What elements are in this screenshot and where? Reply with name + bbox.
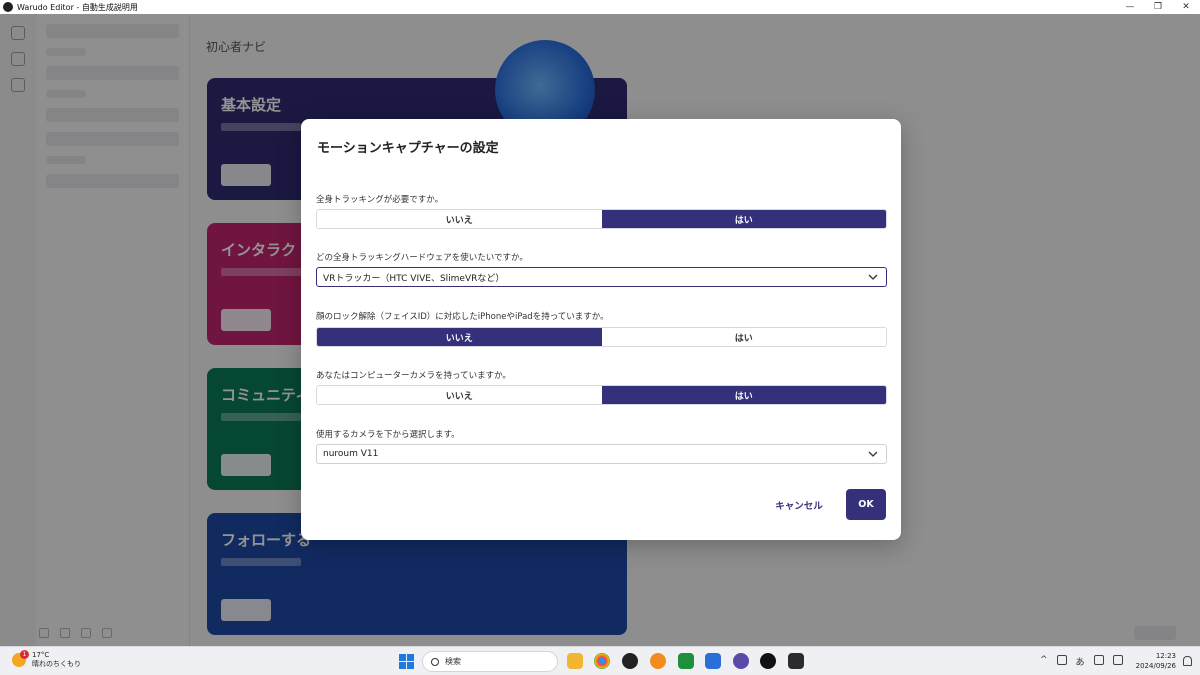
volume-icon[interactable] [1112,655,1123,665]
ime-indicator[interactable]: あ [1076,655,1085,668]
camera-select-label: 使用するカメラを下から選択します。 [316,430,460,440]
face-id-question-label: 顔のロック解除（フェイスID）に対応したiPhoneやiPadを持っていますか。 [316,312,609,322]
hardware-selected-value: VRトラッカー（HTC VIVE、SlimeVRなど） [323,273,505,284]
chevron-up-icon[interactable]: ^ [1040,655,1048,668]
editor-icon[interactable] [705,653,721,669]
camera-yes-option[interactable]: はい [601,386,886,404]
clock-time: 12:23 [1155,652,1176,660]
cancel-button[interactable]: キャンセル [766,492,832,518]
minimize-button[interactable]: — [1116,2,1144,12]
clock-date: 2024/09/26 [1135,662,1176,670]
weather-widget[interactable]: 1 17°C 晴れのちくもり [12,650,81,669]
xbox-icon[interactable] [678,653,694,669]
search-icon [431,657,439,666]
title-bar: Warudo Editor - 自動生成説明用 — ❐ ✕ [0,0,1200,14]
camera-owned-toggle: いいえ はい [316,385,887,405]
warudo-app-icon [3,2,13,12]
hardware-question-label: どの全身トラッキングハードウェアを使いたいですか。 [316,253,528,263]
camera-question-label: あなたはコンピューターカメラを持っていますか。 [316,371,511,381]
close-button[interactable]: ✕ [1172,2,1200,12]
windows-start-icon[interactable] [399,654,414,669]
search-placeholder: 検索 [445,657,461,666]
app-purple-icon[interactable] [733,653,749,669]
dialog-title: モーションキャプチャーの設定 [317,141,499,156]
full-body-toggle: いいえ はい [316,209,887,229]
weather-text: 17°C 晴れのちくもり [32,651,81,669]
camera-dropdown[interactable]: nuroum V11 [316,444,887,464]
motion-capture-dialog: モーションキャプチャーの設定 全身トラッキングが必要ですか。 いいえ はい どの… [301,119,901,540]
app-orange-icon[interactable] [650,653,666,669]
weather-desc: 晴れのちくもり [32,660,81,668]
face-id-no-option[interactable]: いいえ [317,328,602,346]
network-icon[interactable] [1093,655,1104,665]
warudo-taskbar-icon[interactable] [760,653,776,669]
camera-selected-value: nuroum V11 [323,449,379,459]
chevron-down-icon [866,270,880,284]
face-id-yes-option[interactable]: はい [601,328,886,346]
hardware-dropdown[interactable]: VRトラッカー（HTC VIVE、SlimeVRなど） [316,267,887,287]
tray-app-icon[interactable] [1056,655,1067,665]
taskbar-search[interactable]: 検索 [422,651,558,672]
terminal-icon[interactable] [788,653,804,669]
weather-temp: 17°C [32,651,50,659]
window-title: Warudo Editor - 自動生成説明用 [17,2,138,12]
notification-bell-icon[interactable] [1183,656,1192,666]
face-id-toggle: いいえ はい [316,327,887,347]
full-body-no-option[interactable]: いいえ [317,210,602,228]
chrome-icon[interactable] [594,653,610,669]
ok-button[interactable]: OK [846,489,886,520]
windows-taskbar: 1 17°C 晴れのちくもり 検索 ^ あ 12:23 2024/09/26 [0,646,1200,675]
file-explorer-icon[interactable] [567,653,583,669]
chevron-down-icon [866,447,880,461]
maximize-button[interactable]: ❐ [1144,2,1172,12]
taskbar-clock[interactable]: 12:23 2024/09/26 [1134,651,1176,671]
full-body-question-label: 全身トラッキングが必要ですか。 [316,195,444,205]
camera-no-option[interactable]: いいえ [317,386,602,404]
full-body-yes-option[interactable]: はい [601,210,886,228]
obs-icon[interactable] [622,653,638,669]
notification-badge: 1 [20,650,29,659]
weather-icon: 1 [12,650,29,667]
system-tray: ^ あ [1040,655,1123,668]
